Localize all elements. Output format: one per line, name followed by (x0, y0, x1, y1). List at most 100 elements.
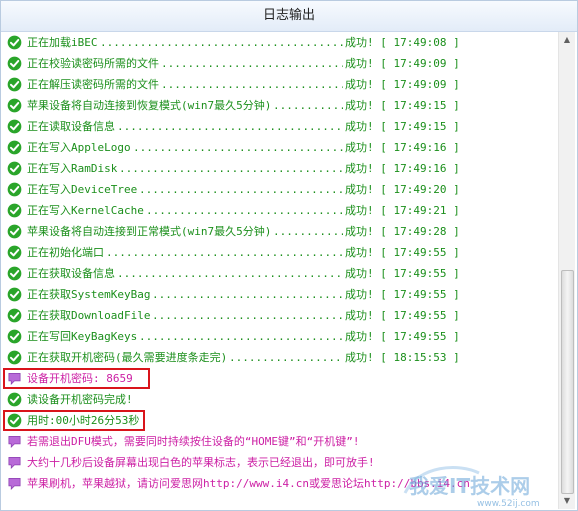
check-icon (7, 350, 22, 365)
log-list: 正在加载iBEC................................… (3, 32, 560, 509)
log-entry-leader-dots: ........................................… (119, 162, 343, 175)
log-entry-status: 成功! [ 17:49:15 ] (345, 120, 460, 133)
log-entry-message: 正在解压读密码所需的文件 (27, 78, 159, 91)
log-entry-message: 正在读取设备信息 (27, 120, 115, 133)
log-entry-message: 正在校验读密码所需的文件 (27, 57, 159, 70)
log-entry-leader-dots: ........................................… (273, 99, 343, 112)
log-entry: 苹果刷机，苹果越狱，请访问爱思网http://www.i4.cn或爱思论坛htt… (3, 473, 560, 494)
check-icon (7, 35, 22, 50)
speech-bubble-icon (7, 455, 22, 470)
log-entry: 正在写入AppleLogo...........................… (3, 137, 560, 158)
log-entry-leader-dots: ........................................… (139, 183, 343, 196)
log-entry: 用时:00小时26分53秒 (3, 410, 560, 431)
log-entry-leader-dots: ........................................… (139, 330, 343, 343)
log-entry: 正在读取设备信息................................… (3, 116, 560, 137)
log-entry-message: 正在写回KeyBagKeys (27, 330, 138, 343)
log-entry-message: 正在获取SystemKeyBag (27, 288, 151, 301)
log-entry: 大约十几秒后设备屏幕出现白色的苹果标志，表示已经退出，即可放手! (3, 452, 560, 473)
check-icon (7, 161, 22, 176)
check-icon (7, 266, 22, 281)
log-entry-status: 成功! [ 17:49:20 ] (345, 183, 460, 196)
panel-title: 日志输出 (1, 1, 577, 32)
log-entry-status: 成功! [ 17:49:08 ] (345, 36, 460, 49)
log-entry: 读设备开机密码完成! (3, 389, 560, 410)
log-entry-status: 成功! [ 17:49:15 ] (345, 99, 460, 112)
check-icon (7, 329, 22, 344)
check-icon (7, 203, 22, 218)
log-entry-status: 成功! [ 17:49:55 ] (345, 288, 460, 301)
log-entry-status: 成功! [ 17:49:09 ] (345, 57, 460, 70)
check-icon (7, 308, 22, 323)
log-entry-message: 苹果刷机，苹果越狱，请访问爱思网http://www.i4.cn或爱思论坛htt… (27, 477, 470, 490)
check-icon (7, 287, 22, 302)
check-icon (7, 98, 22, 113)
log-entry-message: 苹果设备将自动连接到恢复模式(win7最久5分钟) (27, 99, 272, 112)
log-entry: 正在写入DeviceTree..........................… (3, 179, 560, 200)
log-entry-message: 苹果设备将自动连接到正常模式(win7最久5分钟) (27, 225, 272, 238)
log-entry-leader-dots: ........................................… (117, 267, 343, 280)
log-entry: 正在加载iBEC................................… (3, 32, 560, 53)
scroll-down-arrow-icon[interactable]: ▼ (559, 493, 575, 509)
log-entry-message: 正在加载iBEC (27, 36, 98, 49)
log-entry-message: 读设备开机密码完成! (27, 393, 133, 406)
check-icon (7, 119, 22, 134)
scrollbar-thumb[interactable] (561, 270, 574, 494)
log-entry: 正在获取开机密码(最久需要进度条走完).....................… (3, 347, 560, 368)
highlight-box (3, 368, 150, 389)
log-entry-status: 成功! [ 17:49:55 ] (345, 267, 460, 280)
log-entry-message: 正在获取开机密码(最久需要进度条走完) (27, 351, 228, 364)
log-entry-message: 正在获取DownloadFile (27, 309, 151, 322)
log-entry-leader-dots: ........................................… (161, 57, 343, 70)
log-entry-message: 大约十几秒后设备屏幕出现白色的苹果标志，表示已经退出，即可放手! (27, 456, 375, 469)
log-entry-status: 成功! [ 17:49:09 ] (345, 78, 460, 91)
log-entry-message: 若需退出DFU模式，需要同时持续按住设备的“HOME键”和“开机键”! (27, 435, 360, 448)
check-icon (7, 56, 22, 71)
check-icon (7, 224, 22, 239)
log-entry: 正在获取DownloadFile........................… (3, 305, 560, 326)
log-entry-leader-dots: ........................................… (106, 246, 343, 259)
log-entry-leader-dots: ........................................… (161, 78, 343, 91)
log-entry-status: 成功! [ 17:49:55 ] (345, 246, 460, 259)
log-entry: 正在初始化端口.................................… (3, 242, 560, 263)
log-entry-message: 正在写入DeviceTree (27, 183, 138, 196)
log-entry-message: 正在写入KernelCache (27, 204, 144, 217)
log-entry-status: 成功! [ 17:49:28 ] (345, 225, 460, 238)
log-entry: 正在写入RamDisk.............................… (3, 158, 560, 179)
speech-bubble-icon (7, 434, 22, 449)
log-entry-leader-dots: ........................................… (152, 309, 343, 322)
log-entry-message: 正在写入RamDisk (27, 162, 118, 175)
log-entry-leader-dots: ........................................… (152, 288, 343, 301)
log-entry-status: 成功! [ 17:49:16 ] (345, 162, 460, 175)
log-entry: 设备开机密码: 8659 (3, 368, 560, 389)
log-entry: 正在写入KernelCache.........................… (3, 200, 560, 221)
log-entry: 正在获取SystemKeyBag........................… (3, 284, 560, 305)
log-entry-status: 成功! [ 17:49:55 ] (345, 330, 460, 343)
check-icon (7, 245, 22, 260)
log-entry-leader-dots: ........................................… (146, 204, 343, 217)
log-entry-status: 成功! [ 18:15:53 ] (345, 351, 460, 364)
check-icon (7, 77, 22, 92)
log-entry: 正在校验读密码所需的文件............................… (3, 53, 560, 74)
log-entry: 正在解压读密码所需的文件............................… (3, 74, 560, 95)
log-entry-status: 成功! [ 17:49:21 ] (345, 204, 460, 217)
log-entry-message: 正在写入AppleLogo (27, 141, 131, 154)
highlight-box (3, 410, 145, 431)
log-entry: 若需退出DFU模式，需要同时持续按住设备的“HOME键”和“开机键”! (3, 431, 560, 452)
log-entry-leader-dots: ........................................… (273, 225, 343, 238)
log-entry-message: 正在获取设备信息 (27, 267, 115, 280)
log-entry-status: 成功! [ 17:49:16 ] (345, 141, 460, 154)
log-output-panel: 日志输出 正在加载iBEC...........................… (0, 0, 578, 511)
log-entry-message: 正在初始化端口 (27, 246, 104, 259)
log-entry-status: 成功! [ 17:49:55 ] (345, 309, 460, 322)
check-icon (7, 392, 22, 407)
scroll-up-arrow-icon[interactable]: ▲ (559, 32, 575, 48)
log-entry-leader-dots: ........................................… (100, 36, 343, 49)
speech-bubble-icon (7, 476, 22, 491)
log-entry: 正在写回KeyBagKeys..........................… (3, 326, 560, 347)
log-entry-leader-dots: ........................................… (117, 120, 343, 133)
log-entry: 正在获取设备信息................................… (3, 263, 560, 284)
check-icon (7, 140, 22, 155)
log-entry: 苹果设备将自动连接到恢复模式(win7最久5分钟)...............… (3, 95, 560, 116)
vertical-scrollbar[interactable]: ▲ ▼ (558, 32, 575, 509)
log-entry-leader-dots: ........................................… (229, 351, 343, 364)
